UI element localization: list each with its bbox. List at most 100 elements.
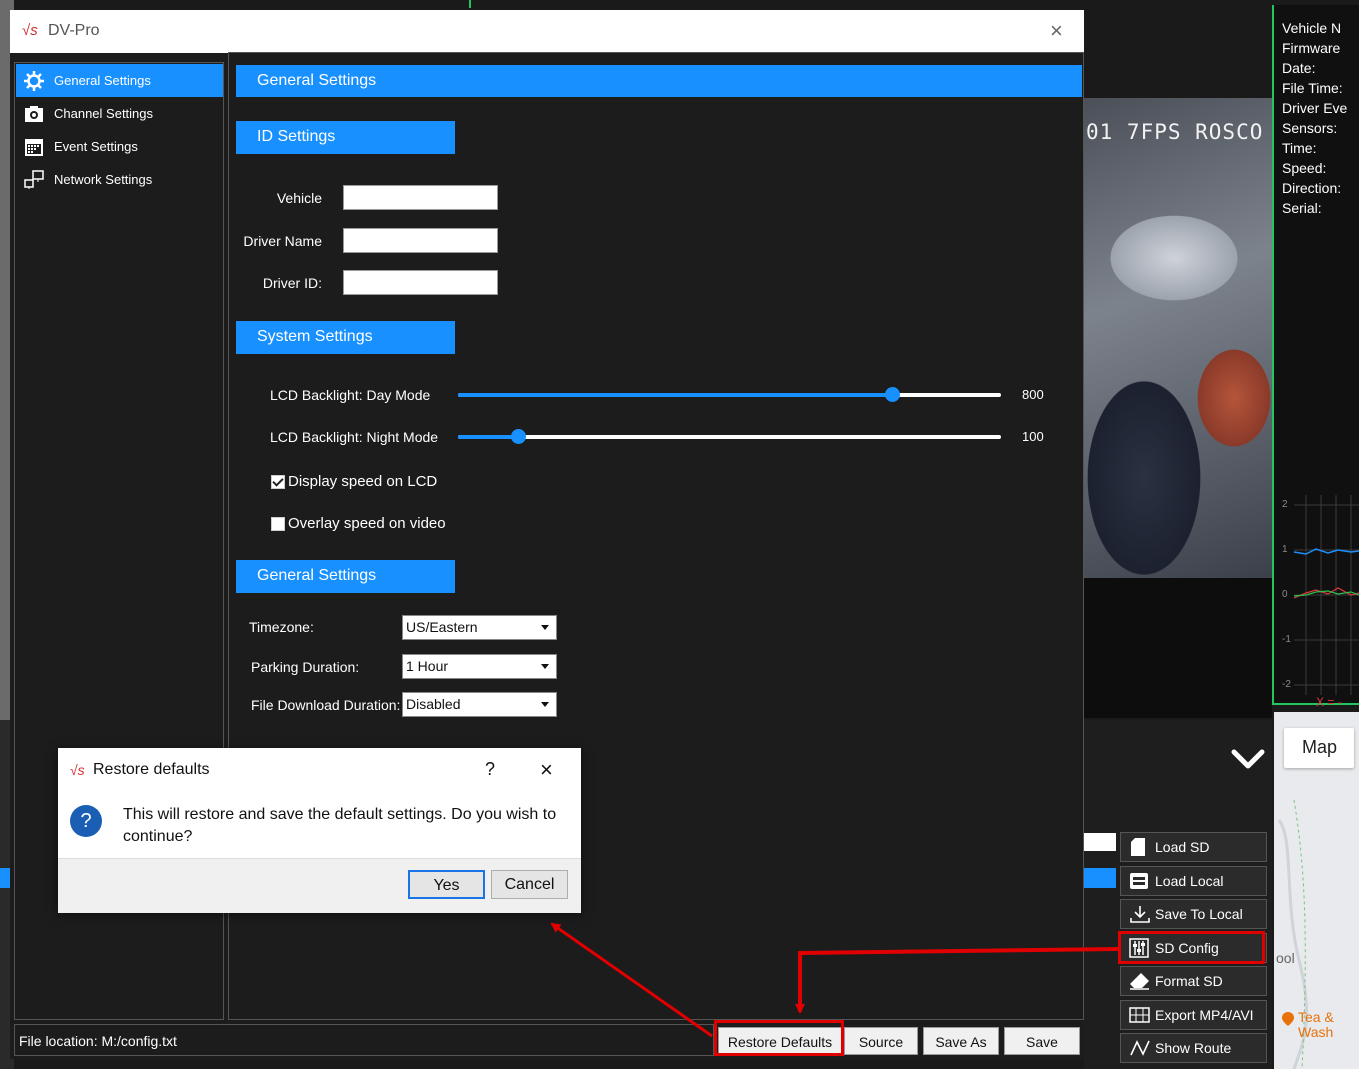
driver-id-input[interactable] <box>343 270 498 295</box>
close-icon[interactable]: × <box>1050 18 1063 44</box>
format-sd-button[interactable]: Format SD <box>1120 966 1267 996</box>
map-poi-label: Wash <box>1298 1024 1334 1040</box>
day-mode-slider[interactable] <box>458 387 1001 402</box>
close-icon[interactable]: × <box>540 757 553 783</box>
load-local-button[interactable]: Load Local <box>1120 866 1267 896</box>
driver-name-input[interactable] <box>343 228 498 253</box>
cancel-button[interactable]: Cancel <box>491 870 568 899</box>
info-labels: Vehicle N Firmware Date: File Time: Driv… <box>1282 18 1347 218</box>
general-settings-header: General Settings <box>236 560 455 593</box>
route-icon <box>1130 1040 1150 1056</box>
night-mode-value: 100 <box>1022 429 1044 444</box>
load-local-label: Load Local <box>1155 873 1224 889</box>
yes-button[interactable]: Yes <box>408 870 485 899</box>
chevron-down-icon[interactable] <box>1230 742 1266 778</box>
file-download-duration-label: File Download Duration: <box>251 697 401 713</box>
video-preview[interactable] <box>1084 98 1272 578</box>
page-title: General Settings <box>236 65 1082 97</box>
parking-duration-select[interactable]: 1 Hour <box>402 654 557 679</box>
load-sd-button[interactable]: Load SD <box>1120 832 1267 862</box>
save-to-local-button[interactable]: Save To Local <box>1120 899 1267 929</box>
id-settings-header: ID Settings <box>236 121 455 154</box>
caret-down-icon <box>541 702 549 707</box>
title-bar: √s DV-Pro × <box>10 10 1084 53</box>
graph-tick: 2 <box>1282 499 1288 510</box>
help-icon[interactable]: ? <box>485 759 495 780</box>
vehicle-input[interactable] <box>343 185 498 210</box>
map-place-label: ool <box>1276 950 1295 966</box>
info-file-time-label: File Time: <box>1282 80 1343 96</box>
info-sensors-label: Sensors: <box>1282 120 1338 136</box>
display-speed-checkbox-row[interactable]: Display speed on LCD <box>271 473 437 490</box>
show-route-button[interactable]: Show Route <box>1120 1033 1267 1063</box>
map-pin-icon <box>1282 1012 1294 1026</box>
caret-down-icon <box>541 664 549 669</box>
gear-icon <box>24 70 44 91</box>
day-mode-value: 800 <box>1022 387 1044 402</box>
sidebar-item-channel-settings[interactable]: Channel Settings <box>16 97 223 130</box>
camera-icon <box>25 105 43 122</box>
restore-defaults-highlight <box>714 1020 844 1056</box>
info-firmware-label: Firmware <box>1282 40 1341 56</box>
app-logo-text: √s <box>22 22 38 39</box>
info-date-label: Date: <box>1282 60 1316 76</box>
sd-config-highlight <box>1118 931 1265 964</box>
parking-duration-value: 1 Hour <box>406 658 449 674</box>
network-icon <box>24 169 44 189</box>
info-time-label: Time: <box>1282 140 1317 156</box>
day-mode-label: LCD Backlight: Day Mode <box>270 387 431 403</box>
sidebar-item-network-settings[interactable]: Network Settings <box>16 163 223 196</box>
save-button[interactable]: Save <box>1004 1027 1080 1055</box>
graph-tick: 0 <box>1282 589 1288 600</box>
source-button[interactable]: Source <box>844 1027 918 1055</box>
save-to-local-label: Save To Local <box>1155 906 1243 922</box>
info-driver-event-label: Driver Eve <box>1282 100 1348 116</box>
parking-duration-label: Parking Duration: <box>251 659 360 675</box>
dialog-logo-text: √s <box>70 762 85 778</box>
sidebar-item-label: General Settings <box>54 73 151 88</box>
graph-x-readout: X = - <box>1316 695 1342 709</box>
info-vehicle-label: Vehicle N <box>1282 20 1342 36</box>
driver-id-label: Driver ID: <box>262 275 322 291</box>
day-mode-slider-thumb[interactable] <box>885 387 901 402</box>
sidebar-item-label: Channel Settings <box>54 106 154 121</box>
day-mode-slider-fill <box>458 393 893 397</box>
format-sd-label: Format SD <box>1155 973 1223 989</box>
info-serial-label: Serial: <box>1282 200 1322 216</box>
timezone-label: Timezone: <box>249 619 314 635</box>
video-overlay-text: 01 7FPS ROSCO <box>1086 120 1264 144</box>
overlay-speed-label: Overlay speed on video <box>288 515 446 532</box>
load-sd-label: Load SD <box>1155 839 1210 855</box>
question-icon: ? <box>70 805 102 837</box>
sensor-graph: 2 1 0 -1 -2 <box>1276 495 1359 705</box>
overlay-speed-checkbox[interactable] <box>271 516 285 531</box>
sidebar-item-general-settings[interactable]: General Settings <box>16 64 223 97</box>
sidebar-item-label: Network Settings <box>54 172 153 187</box>
graph-tick: -1 <box>1282 634 1291 645</box>
timezone-select[interactable]: US/Eastern <box>402 615 557 640</box>
map-poi[interactable]: Tea & Wash <box>1282 1010 1334 1040</box>
night-mode-slider-thumb[interactable] <box>510 429 526 444</box>
film-icon <box>1129 1007 1150 1023</box>
vehicle-label: Vehicle <box>276 190 322 206</box>
map-button[interactable]: Map <box>1284 728 1354 768</box>
file-location: File location: M:/config.txt <box>14 1024 714 1056</box>
app-logo: √s <box>22 22 38 39</box>
show-route-label: Show Route <box>1155 1040 1232 1056</box>
background-bar <box>1084 833 1116 851</box>
sidebar-item-event-settings[interactable]: Event Settings <box>16 130 223 163</box>
save-as-button[interactable]: Save As <box>923 1027 999 1055</box>
graph-tick: -2 <box>1282 679 1291 690</box>
sd-card-icon <box>1131 838 1145 856</box>
info-direction-label: Direction: <box>1282 180 1342 196</box>
night-mode-slider[interactable] <box>458 429 1001 444</box>
driver-name-label: Driver Name <box>243 233 322 249</box>
export-mp4-avi-button[interactable]: Export MP4/AVI <box>1120 1000 1267 1030</box>
system-settings-header: System Settings <box>236 321 455 354</box>
night-mode-slider-fill <box>458 435 518 439</box>
overlay-speed-checkbox-row[interactable]: Overlay speed on video <box>271 515 446 532</box>
display-speed-checkbox[interactable] <box>271 474 285 489</box>
file-download-duration-select[interactable]: Disabled <box>402 692 557 717</box>
dialog-title: Restore defaults <box>93 761 210 778</box>
frame-edge <box>469 0 471 8</box>
